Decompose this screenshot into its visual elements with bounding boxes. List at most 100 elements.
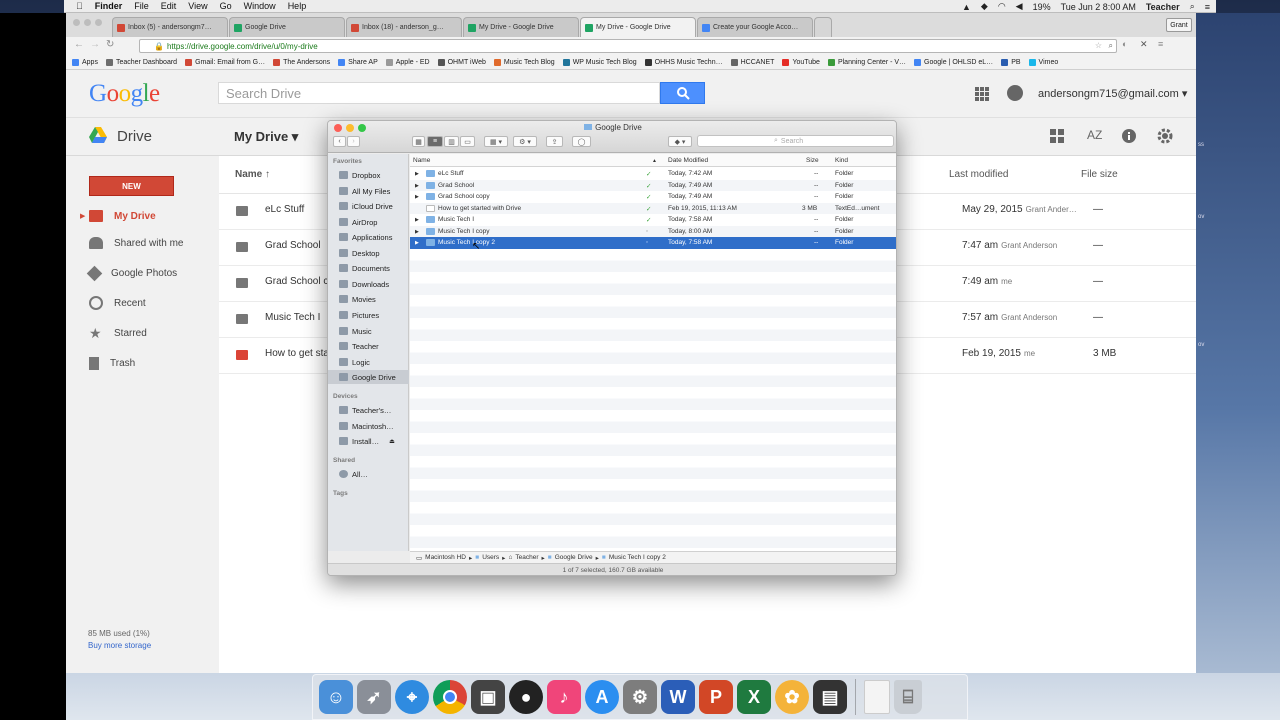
sidebar-item-shared[interactable]: Shared with me	[89, 235, 183, 251]
bookmark-3[interactable]: The Andersons	[273, 58, 330, 66]
sidebar-item-dropbox[interactable]: Dropbox	[328, 168, 409, 182]
dock-app-store-icon[interactable]: A	[585, 680, 619, 714]
edit-tags-button[interactable]: ◯	[572, 136, 591, 147]
new-button[interactable]: NEW	[89, 176, 174, 196]
dock-system-preferences-icon[interactable]: ⚙	[623, 680, 657, 714]
share-button[interactable]: ⇪	[546, 136, 563, 147]
apple-icon[interactable]: 	[76, 1, 83, 11]
back-button[interactable]: ‹	[333, 136, 346, 147]
bookmark-2[interactable]: Gmail: Email from G…	[185, 58, 265, 66]
new-tab-button[interactable]	[814, 17, 832, 37]
finder-search-input[interactable]: ⌕ Search	[697, 135, 894, 147]
buy-storage-link[interactable]: Buy more storage	[88, 640, 151, 652]
info-icon[interactable]	[1121, 128, 1137, 144]
coverflow-view-button[interactable]: ▭	[460, 136, 475, 147]
notifications-icon[interactable]	[1007, 85, 1023, 101]
notification-bell-icon[interactable]: ▲	[962, 2, 971, 12]
sidebar-item-applications[interactable]: Applications	[328, 230, 409, 244]
dock-launchpad-icon[interactable]: ➶	[357, 680, 391, 714]
bookmark-14[interactable]: PB	[1001, 58, 1021, 66]
dock-record-icon[interactable]: ●	[509, 680, 543, 714]
column-view-button[interactable]: ▥	[444, 136, 459, 147]
sidebar-item-device[interactable]: Install… ⏏	[328, 434, 409, 448]
finder-row-selected[interactable]: ▶ Music Tech I copy 2 ◦ Today, 7:58 AM -…	[410, 237, 896, 249]
settings-gear-icon[interactable]	[1157, 128, 1173, 144]
finder-row[interactable]: ▶ Music Tech I ✓ Today, 7:58 AM -- Folde…	[410, 214, 896, 226]
path-segment[interactable]: Teacher	[515, 554, 538, 561]
sidebar-item-recent[interactable]: Recent	[89, 295, 146, 311]
sidebar-item-device[interactable]: Macintosh…	[328, 419, 409, 433]
column-name[interactable]: Name ↑	[235, 169, 270, 180]
sort-az-icon[interactable]: AZ	[1087, 128, 1102, 142]
bookmark-13[interactable]: Google | OHLSD eL…	[914, 58, 993, 66]
sidebar-item-movies[interactable]: Movies	[328, 292, 409, 306]
sidebar-item-airdrop[interactable]: AirDrop	[328, 215, 409, 229]
bookmark-7[interactable]: Music Tech Blog	[493, 58, 555, 66]
bookmark-9[interactable]: OHHS Music Techn…	[644, 58, 723, 66]
dock-logic-icon[interactable]: ▣	[471, 680, 505, 714]
dock-chrome-icon[interactable]	[433, 680, 467, 714]
expand-arrow-icon[interactable]: ▶	[80, 212, 85, 220]
icon-view-button[interactable]: ▦	[412, 136, 425, 147]
path-segment[interactable]: Music Tech I copy 2	[609, 554, 666, 561]
dock-imovie-icon[interactable]: ▤	[813, 680, 847, 714]
finder-row[interactable]: ▶ Music Tech I copy ◦ Today, 8:00 AM -- …	[410, 225, 896, 237]
grid-view-icon[interactable]	[1049, 128, 1065, 144]
reload-icon[interactable]: ↻	[106, 39, 114, 50]
sidebar-item-starred[interactable]: ★ Starred	[89, 325, 147, 341]
sidebar-item-device[interactable]: Teacher's…	[328, 403, 409, 417]
dock-trash-icon[interactable]: ⌸	[894, 680, 922, 714]
bookmark-12[interactable]: Planning Center - V…	[827, 58, 906, 66]
sidebar-item-trash[interactable]: Trash	[89, 355, 135, 371]
menubar-user[interactable]: Teacher	[1146, 2, 1180, 12]
forward-button[interactable]: ›	[347, 136, 360, 147]
chrome-menu-icon[interactable]: ≡	[1158, 39, 1163, 49]
arrange-menu-button[interactable]: ▦ ▾	[484, 136, 508, 147]
battery-percent[interactable]: 19%	[1033, 2, 1051, 12]
dropbox-status-icon[interactable]: ◆	[981, 1, 988, 12]
column-date-modified[interactable]: Date Modified	[668, 157, 708, 164]
sidebar-item-pictures[interactable]: Pictures	[328, 308, 409, 322]
dock-excel-icon[interactable]: X	[737, 680, 771, 714]
dock-itunes-icon[interactable]: ♪	[547, 680, 581, 714]
bookmark-star-icon[interactable]: ☆	[1095, 41, 1102, 50]
menu-edit[interactable]: Edit	[161, 1, 177, 11]
action-gear-button[interactable]: ⚙ ▾	[513, 136, 537, 147]
column-name[interactable]: Name	[413, 157, 430, 164]
disclosure-triangle-icon[interactable]: ▶	[415, 229, 419, 235]
bookmark-15[interactable]: Vimeo	[1028, 58, 1058, 66]
wifi-icon[interactable]: ◠	[998, 1, 1006, 12]
volume-icon[interactable]: ◀	[1016, 1, 1023, 12]
sidebar-item-shared-all[interactable]: All…	[328, 467, 409, 481]
dock-document-icon[interactable]	[864, 680, 890, 714]
sidebar-item-google-drive[interactable]: Google Drive	[328, 370, 409, 384]
browser-tab-4-active[interactable]: My Drive - Google Drive	[580, 17, 696, 37]
back-arrow-icon[interactable]: ←	[74, 39, 84, 50]
search-zoom-icon[interactable]: ⌕	[1109, 41, 1113, 51]
account-menu[interactable]: andersongm715@gmail.com ▾	[1038, 87, 1187, 100]
menu-file[interactable]: File	[134, 1, 149, 11]
extension-x-icon[interactable]: ✕	[1140, 39, 1148, 50]
my-drive-dropdown[interactable]: My Drive ▾	[234, 129, 298, 145]
disclosure-triangle-icon[interactable]: ▶	[415, 217, 419, 223]
bookmark-8[interactable]: WP Music Tech Blog	[562, 58, 637, 66]
sidebar-item-music[interactable]: Music	[328, 324, 409, 338]
path-segment[interactable]: Users	[482, 554, 499, 561]
column-last-modified[interactable]: Last modified	[949, 169, 1008, 180]
sidebar-item-desktop[interactable]: Desktop	[328, 246, 409, 260]
disclosure-triangle-icon[interactable]: ▶	[415, 240, 419, 246]
bookmark-1[interactable]: Teacher Dashboard	[105, 58, 177, 66]
path-segment[interactable]: Macintosh HD	[425, 554, 466, 561]
bookmark-4[interactable]: Share AP	[338, 58, 378, 66]
sidebar-item-downloads[interactable]: Downloads	[328, 277, 409, 291]
menu-view[interactable]: View	[188, 1, 207, 11]
menu-app-name[interactable]: Finder	[95, 1, 123, 11]
browser-tab-3[interactable]: My Drive - Google Drive	[463, 17, 579, 37]
sidebar-item-logic[interactable]: Logic	[328, 355, 409, 369]
bookmark-11[interactable]: YouTube	[782, 58, 820, 66]
sidebar-item-icloud[interactable]: iCloud Drive	[328, 199, 409, 213]
column-kind[interactable]: Kind	[835, 157, 848, 164]
finder-row[interactable]: ▶ eLc Stuff ✓ Today, 7:42 AM -- Folder	[410, 168, 896, 180]
browser-tab-1[interactable]: Google Drive	[229, 17, 345, 37]
finder-row[interactable]: ▶ Grad School copy ✓ Today, 7:49 AM -- F…	[410, 191, 896, 203]
